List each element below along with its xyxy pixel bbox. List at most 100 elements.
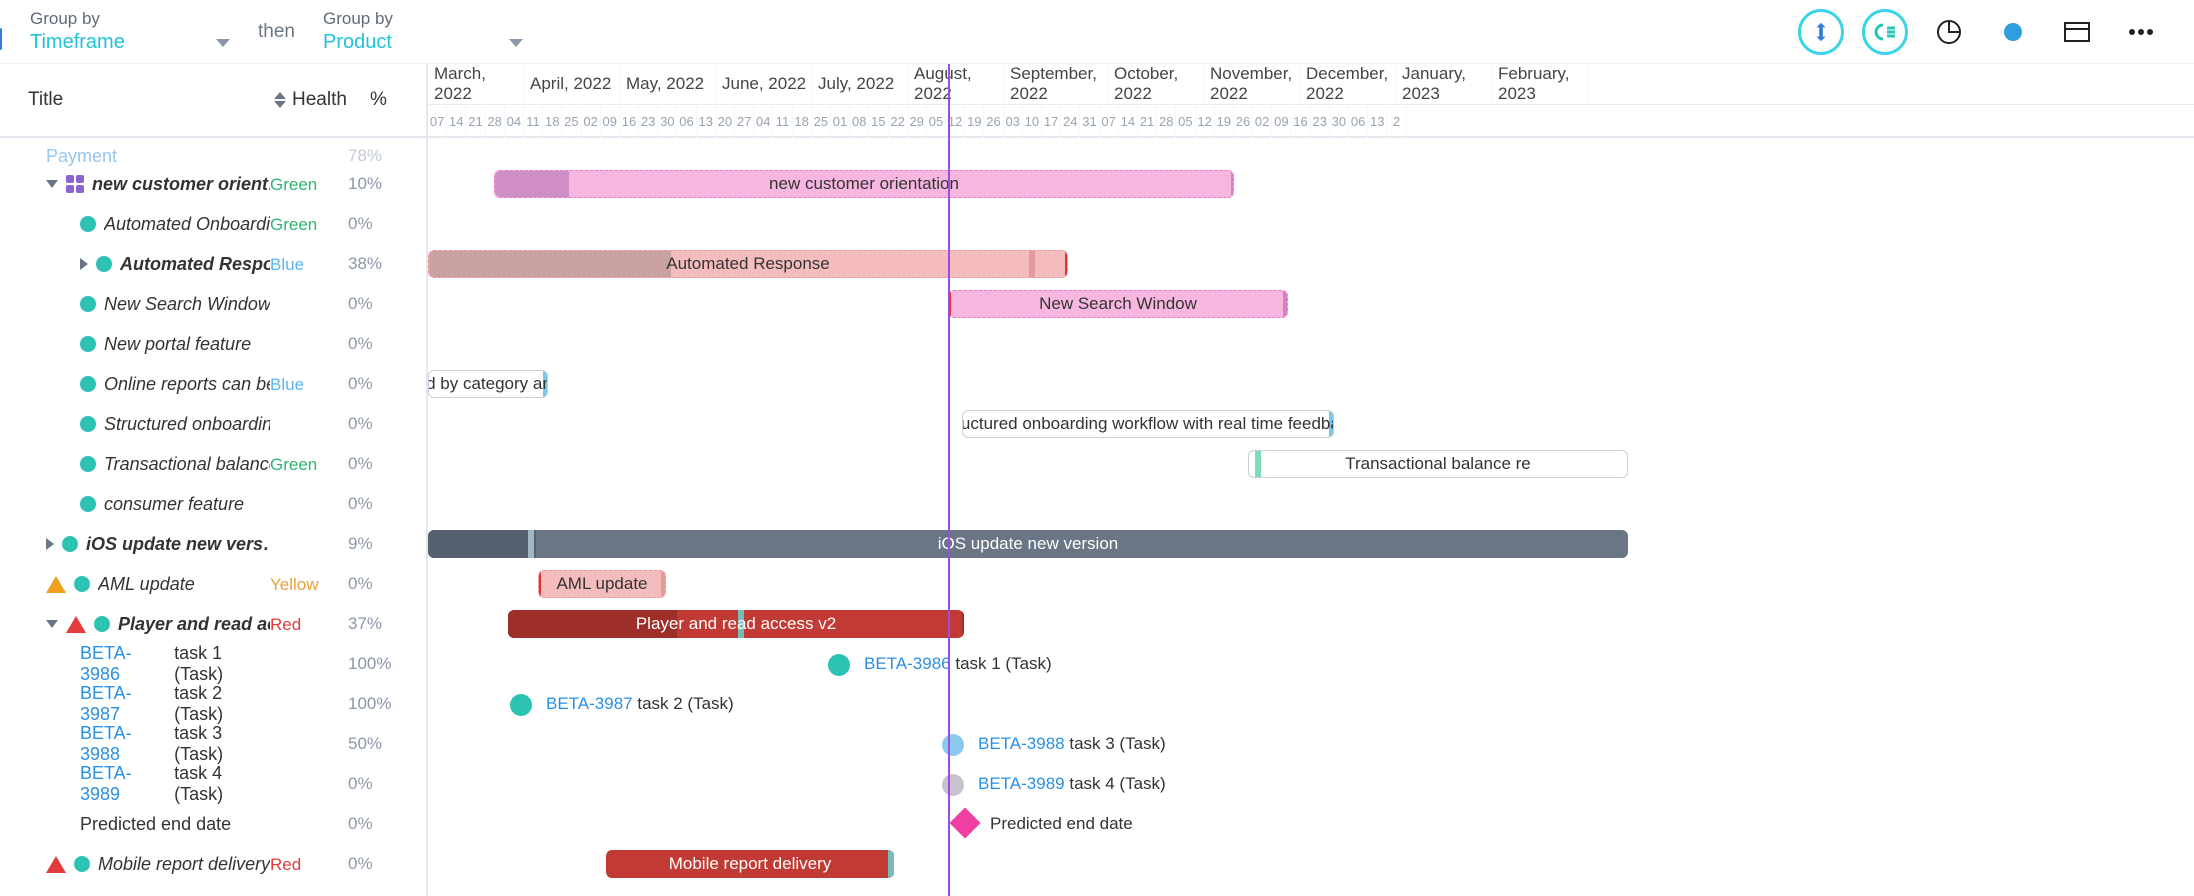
health-badge: Green [270, 175, 317, 194]
timeline-row: BETA-3987 task 2 (Task) [428, 684, 2194, 724]
timeline-row: AML update [428, 564, 2194, 604]
task-dot-icon[interactable] [942, 734, 964, 756]
page-handle-left-icon[interactable] [0, 28, 2, 50]
timeline-row: new customer orientation [428, 164, 2194, 204]
item-dot-icon [80, 296, 96, 312]
gantt-bar[interactable]: Transactional balance re [1248, 450, 1628, 478]
gantt-bar-label: New Search Window [1039, 294, 1197, 314]
column-title-header[interactable]: Title [28, 89, 268, 111]
gantt-bar[interactable]: Mobile report delivery [606, 850, 894, 878]
table-row[interactable]: Payment 78% [0, 148, 426, 164]
timeline-panel: March, 2022April, 2022May, 2022June, 202… [428, 64, 2194, 896]
table-row[interactable]: new customer orientationGreen10% [0, 164, 426, 204]
column-percent-header[interactable]: % [370, 89, 428, 111]
left-panel: Title Health % Payment 78% new customer … [0, 64, 428, 896]
chevron-right-icon[interactable] [80, 258, 88, 270]
health-badge: Red [270, 855, 301, 874]
milestone-diamond-icon[interactable] [949, 807, 980, 838]
task-link[interactable]: BETA-3986 [864, 654, 951, 673]
task-link[interactable]: BETA-3987 [546, 694, 633, 713]
table-row[interactable]: Transactional balance re…Green0% [0, 444, 426, 484]
gantt-bar[interactable]: new customer orientation [494, 170, 1234, 198]
groupby-secondary[interactable]: Group by Product [323, 9, 523, 54]
table-row[interactable]: Predicted end date0% [0, 804, 426, 844]
day-cell: 30 [658, 105, 677, 138]
table-row[interactable]: Automated Onboarding …Green0% [0, 204, 426, 244]
table-row[interactable]: Structured onboarding w…0% [0, 404, 426, 444]
table-row[interactable]: New portal feature0% [0, 324, 426, 364]
circle-button[interactable] [1990, 9, 2036, 55]
row-percent: 0% [348, 574, 406, 594]
gantt-bar[interactable]: Structured onboarding workflow with real… [962, 410, 1334, 438]
chevron-down-icon[interactable] [46, 620, 58, 628]
sort-toggle[interactable] [268, 92, 292, 108]
task-link[interactable]: BETA-3988 [80, 723, 166, 765]
health-badge: Green [270, 215, 317, 234]
task-dot-icon[interactable] [510, 694, 532, 716]
chevron-right-icon[interactable] [46, 538, 54, 550]
table-row[interactable]: consumer feature0% [0, 484, 426, 524]
day-cell: 16 [620, 105, 639, 138]
row-title: new customer orientation [92, 174, 270, 195]
groupby-secondary-value: Product [323, 31, 392, 54]
day-cell: 06 [1349, 105, 1368, 138]
table-row[interactable]: BETA-3988 task 3 (Task)50% [0, 724, 426, 764]
months-row: March, 2022April, 2022May, 2022June, 202… [428, 64, 2194, 104]
task-link[interactable]: BETA-3988 [978, 734, 1065, 753]
timeline-row: BETA-3989 task 4 (Task) [428, 764, 2194, 804]
day-cell: 21 [1138, 105, 1157, 138]
chevron-down-icon[interactable] [46, 180, 58, 188]
task-link[interactable]: BETA-3989 [978, 774, 1065, 793]
day-cell: 20 [716, 105, 735, 138]
table-row[interactable]: Automated ResponseBlue38% [0, 244, 426, 284]
day-cell: 23 [639, 105, 658, 138]
gantt-bar-label: Transactional balance re [1345, 454, 1531, 474]
gantt-bar[interactable]: iOS update new version [428, 530, 1628, 558]
warning-icon [46, 856, 66, 873]
task-dot-icon[interactable] [942, 774, 964, 796]
row-percent: 37% [348, 614, 406, 634]
gantt-bar[interactable]: ped by category an… [428, 370, 548, 398]
table-row[interactable]: iOS update new version9% [0, 524, 426, 564]
task-link[interactable]: BETA-3987 [80, 683, 166, 725]
day-cell: 03 [1004, 105, 1023, 138]
sort-desc-icon [274, 101, 286, 108]
days-row: 0714212804111825020916233006132027041118… [428, 104, 2194, 138]
day-cell: 22 [889, 105, 908, 138]
day-cell: 11 [773, 105, 792, 138]
task-link[interactable]: BETA-3989 [80, 763, 166, 805]
day-cell: 26 [984, 105, 1003, 138]
arrow-left-icon [538, 570, 541, 598]
gantt-bar[interactable]: Player and read access v2 [508, 610, 964, 638]
row-title: Transactional balance re… [104, 454, 270, 475]
day-cell: 12 [1196, 105, 1215, 138]
task-link[interactable]: BETA-3986 [80, 643, 166, 685]
table-row[interactable]: AML updateYellow0% [0, 564, 426, 604]
table-row[interactable]: BETA-3987 task 2 (Task)100% [0, 684, 426, 724]
jira-button[interactable] [1798, 9, 1844, 55]
more-button[interactable] [2118, 9, 2164, 55]
row-title: New portal feature [104, 334, 251, 355]
row-title: Player and read ac… [118, 614, 270, 635]
table-row[interactable]: Mobile report deliveryRed0% [0, 844, 426, 884]
table-row[interactable]: New Search Window0% [0, 284, 426, 324]
pie-chart-button[interactable] [1926, 9, 1972, 55]
gantt-bar[interactable]: Automated Response [428, 250, 1068, 278]
day-cell: 19 [965, 105, 984, 138]
row-title: New Search Window [104, 294, 270, 315]
groupby-primary[interactable]: Group by Timeframe [30, 9, 230, 54]
column-health-header[interactable]: Health [292, 89, 370, 111]
clarity-button[interactable] [1862, 9, 1908, 55]
table-row[interactable]: Player and read ac…Red37% [0, 604, 426, 644]
timeline-row: New Search Window [428, 284, 2194, 324]
table-row[interactable]: Online reports can be gr…Blue0% [0, 364, 426, 404]
progress-tick-icon [661, 570, 666, 598]
timeline-body[interactable]: new customer orientation Automated Respon… [428, 138, 2194, 896]
table-row[interactable]: BETA-3986 task 1 (Task)100% [0, 644, 426, 684]
table-row[interactable]: BETA-3989 task 4 (Task)0% [0, 764, 426, 804]
task-dot-icon[interactable] [828, 654, 850, 676]
timeline-label: BETA-3987 task 2 (Task) [546, 694, 734, 714]
gantt-bar[interactable]: AML update [538, 570, 666, 598]
layout-button[interactable] [2054, 9, 2100, 55]
gantt-bar[interactable]: New Search Window [948, 290, 1288, 318]
